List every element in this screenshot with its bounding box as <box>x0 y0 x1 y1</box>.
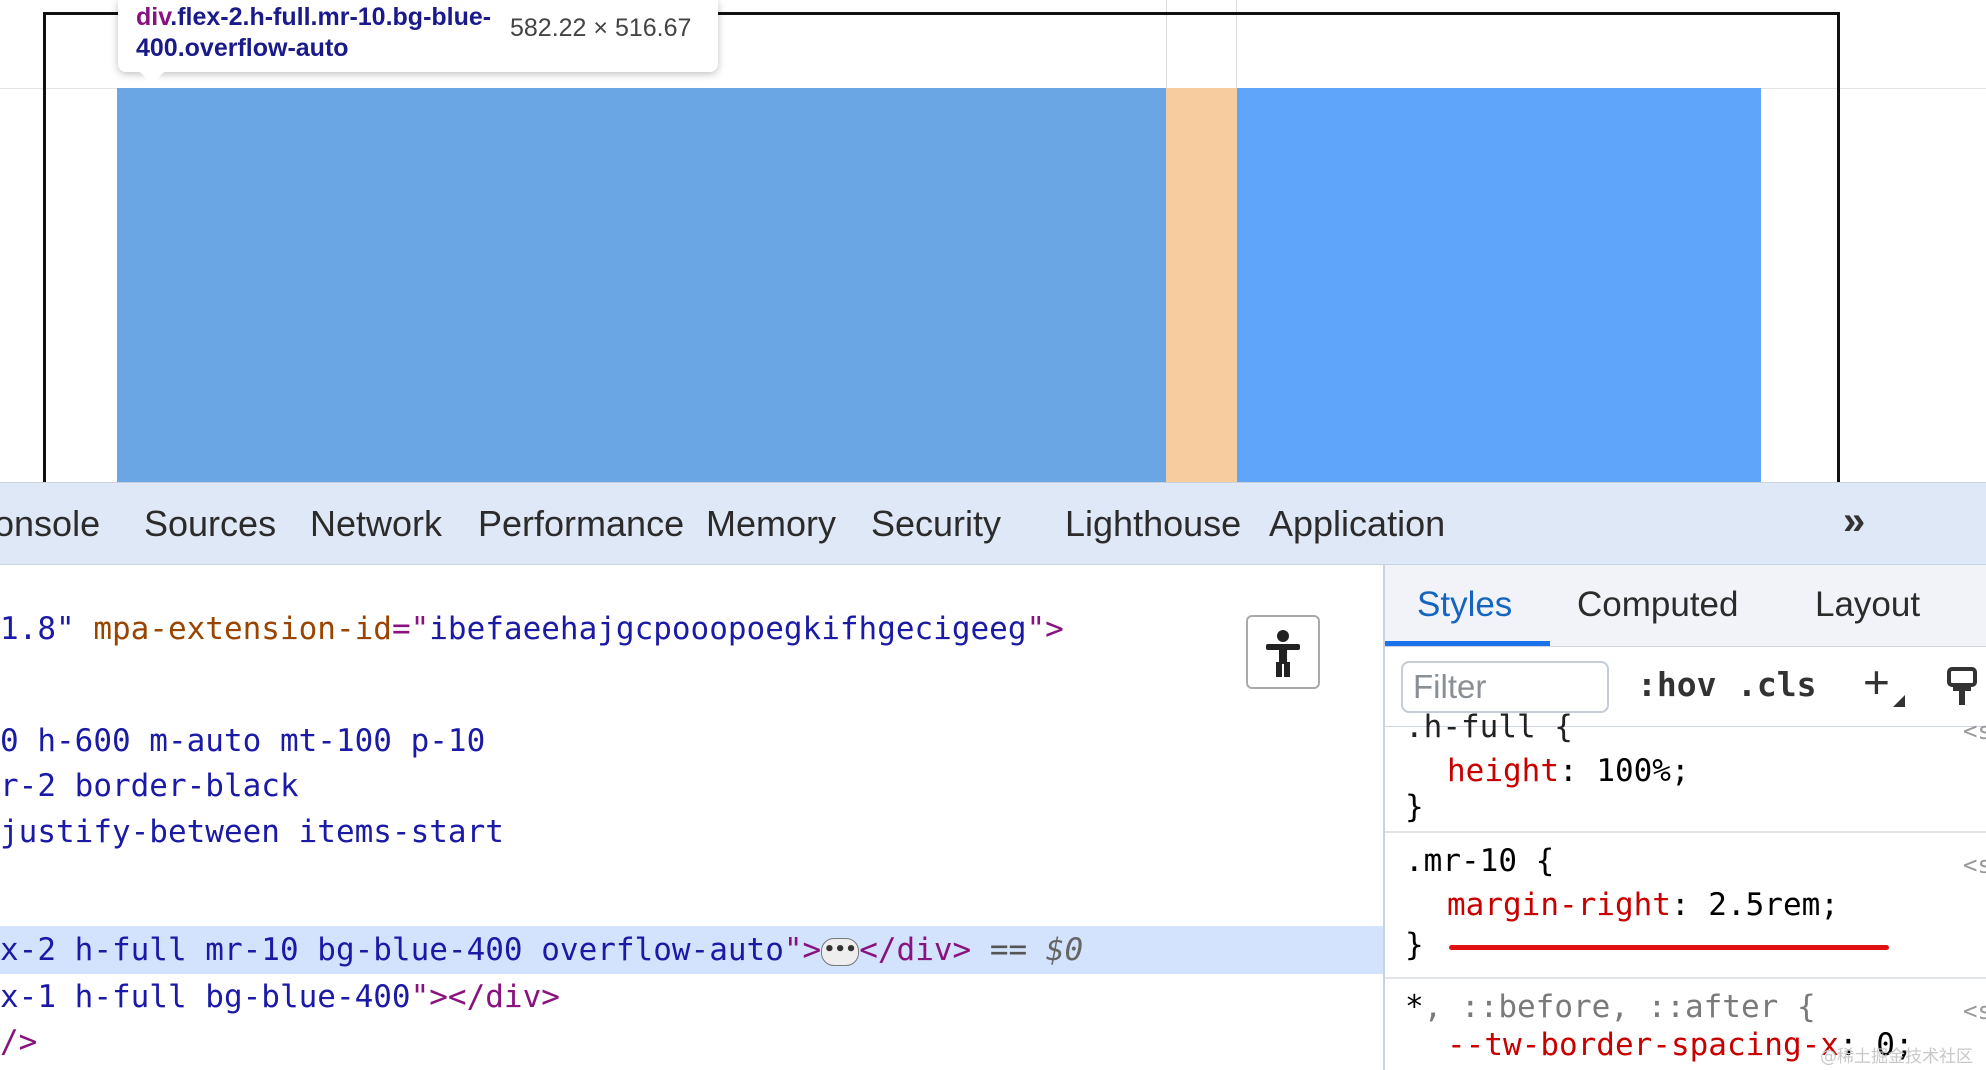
paint-brush-icon[interactable] <box>1947 667 1977 707</box>
tab-security[interactable]: Security <box>871 503 1001 545</box>
styles-filter-input[interactable] <box>1401 661 1609 713</box>
tab-network[interactable]: Network <box>310 503 442 545</box>
tooltip-dimensions: 582.22 × 516.67 <box>510 14 692 42</box>
elements-panel: 1.8" mpa-extension-id="ibefaeehajgcpooop… <box>0 565 1383 1070</box>
rule-selector-clipped: .h-full { <box>1405 709 1573 745</box>
tab-lighthouse[interactable]: Lighthouse <box>1065 503 1241 545</box>
tab-performance[interactable]: Performance <box>478 503 684 545</box>
rule-selector-mr-10[interactable]: .mr-10 { <box>1405 843 1554 879</box>
watermark: @稀土掘金技术社区 <box>1820 1047 1973 1067</box>
css-declaration[interactable]: height: 100%; <box>1447 753 1690 789</box>
dom-line[interactable]: x-1 h-full bg-blue-400"></div> <box>0 975 560 1019</box>
tab-memory[interactable]: Memory <box>706 503 836 545</box>
expand-ellipsis-button[interactable]: ••• <box>821 937 860 966</box>
active-tab-indicator <box>1385 641 1550 646</box>
inspector-tooltip: div.flex-2.h-full.mr-10.bg-blue-400.over… <box>118 0 718 84</box>
rule-source-link[interactable]: <s <box>1963 717 1986 745</box>
new-style-rule-plus-icon[interactable]: + <box>1863 659 1890 705</box>
dom-line[interactable]: 0 h-600 m-auto mt-100 p-10 <box>0 719 485 763</box>
css-declaration-margin-right[interactable]: margin-right: 2.5rem; <box>1447 887 1839 923</box>
tab-styles[interactable]: Styles <box>1417 585 1512 625</box>
tab-application[interactable]: Application <box>1269 503 1445 545</box>
devtools-tab-bar: onsole Sources Network Performance Memor… <box>0 482 1986 565</box>
class-toggle[interactable]: .cls <box>1737 665 1816 704</box>
margin-right-highlight <box>1166 88 1237 482</box>
plus-menu-corner-icon <box>1893 695 1905 707</box>
rule-source-link[interactable]: <s <box>1963 997 1986 1025</box>
tooltip-class-list: .flex-2.h-full.mr-10.bg-blue-400.overflo… <box>136 3 492 62</box>
tab-layout[interactable]: Layout <box>1815 585 1920 625</box>
sidebar-tab-bar: Styles Computed Layout <box>1385 565 1986 647</box>
styles-sidebar: Styles Computed Layout :hov .cls + .h-fu… <box>1383 565 1986 1070</box>
accessibility-tree-button[interactable] <box>1246 615 1320 689</box>
rule-divider <box>1385 977 1986 979</box>
rule-divider <box>1385 831 1986 833</box>
rule-source-link[interactable]: <s <box>1963 851 1986 879</box>
dom-line[interactable]: justify-between items-start <box>0 810 504 854</box>
tooltip-tag-name: div <box>136 3 171 31</box>
dom-line[interactable]: 1.8" mpa-extension-id="ibefaeehajgcpooop… <box>0 607 1064 651</box>
annotation-underline <box>1449 945 1889 950</box>
dom-line-selected[interactable]: x-2 h-full mr-10 bg-blue-400 overflow-au… <box>0 928 1083 972</box>
accessibility-person-icon <box>1266 630 1300 677</box>
style-rules-list: .h-full { <s height: 100%; } .mr-10 { <s… <box>1385 709 1986 1070</box>
tab-console[interactable]: onsole <box>0 503 100 545</box>
rule-close-brace: } <box>1405 789 1424 825</box>
dom-line[interactable]: r-2 border-black <box>0 764 299 808</box>
rule-close-brace: } <box>1405 927 1424 963</box>
tab-computed[interactable]: Computed <box>1577 585 1738 625</box>
dom-line[interactable]: /> <box>0 1020 37 1064</box>
inspected-element-flex-2[interactable] <box>117 88 1166 482</box>
hover-state-toggle[interactable]: :hov <box>1637 665 1716 704</box>
sibling-element-flex-1[interactable] <box>1237 88 1761 482</box>
tooltip-selector: div.flex-2.h-full.mr-10.bg-blue-400.over… <box>136 2 496 64</box>
more-tabs-chevron-icon[interactable]: » <box>1843 499 1865 544</box>
page-viewport: div.flex-2.h-full.mr-10.bg-blue-400.over… <box>0 0 1986 482</box>
rule-selector-universal[interactable]: *, ::before, ::after { <box>1405 989 1816 1025</box>
tab-sources[interactable]: Sources <box>144 503 276 545</box>
